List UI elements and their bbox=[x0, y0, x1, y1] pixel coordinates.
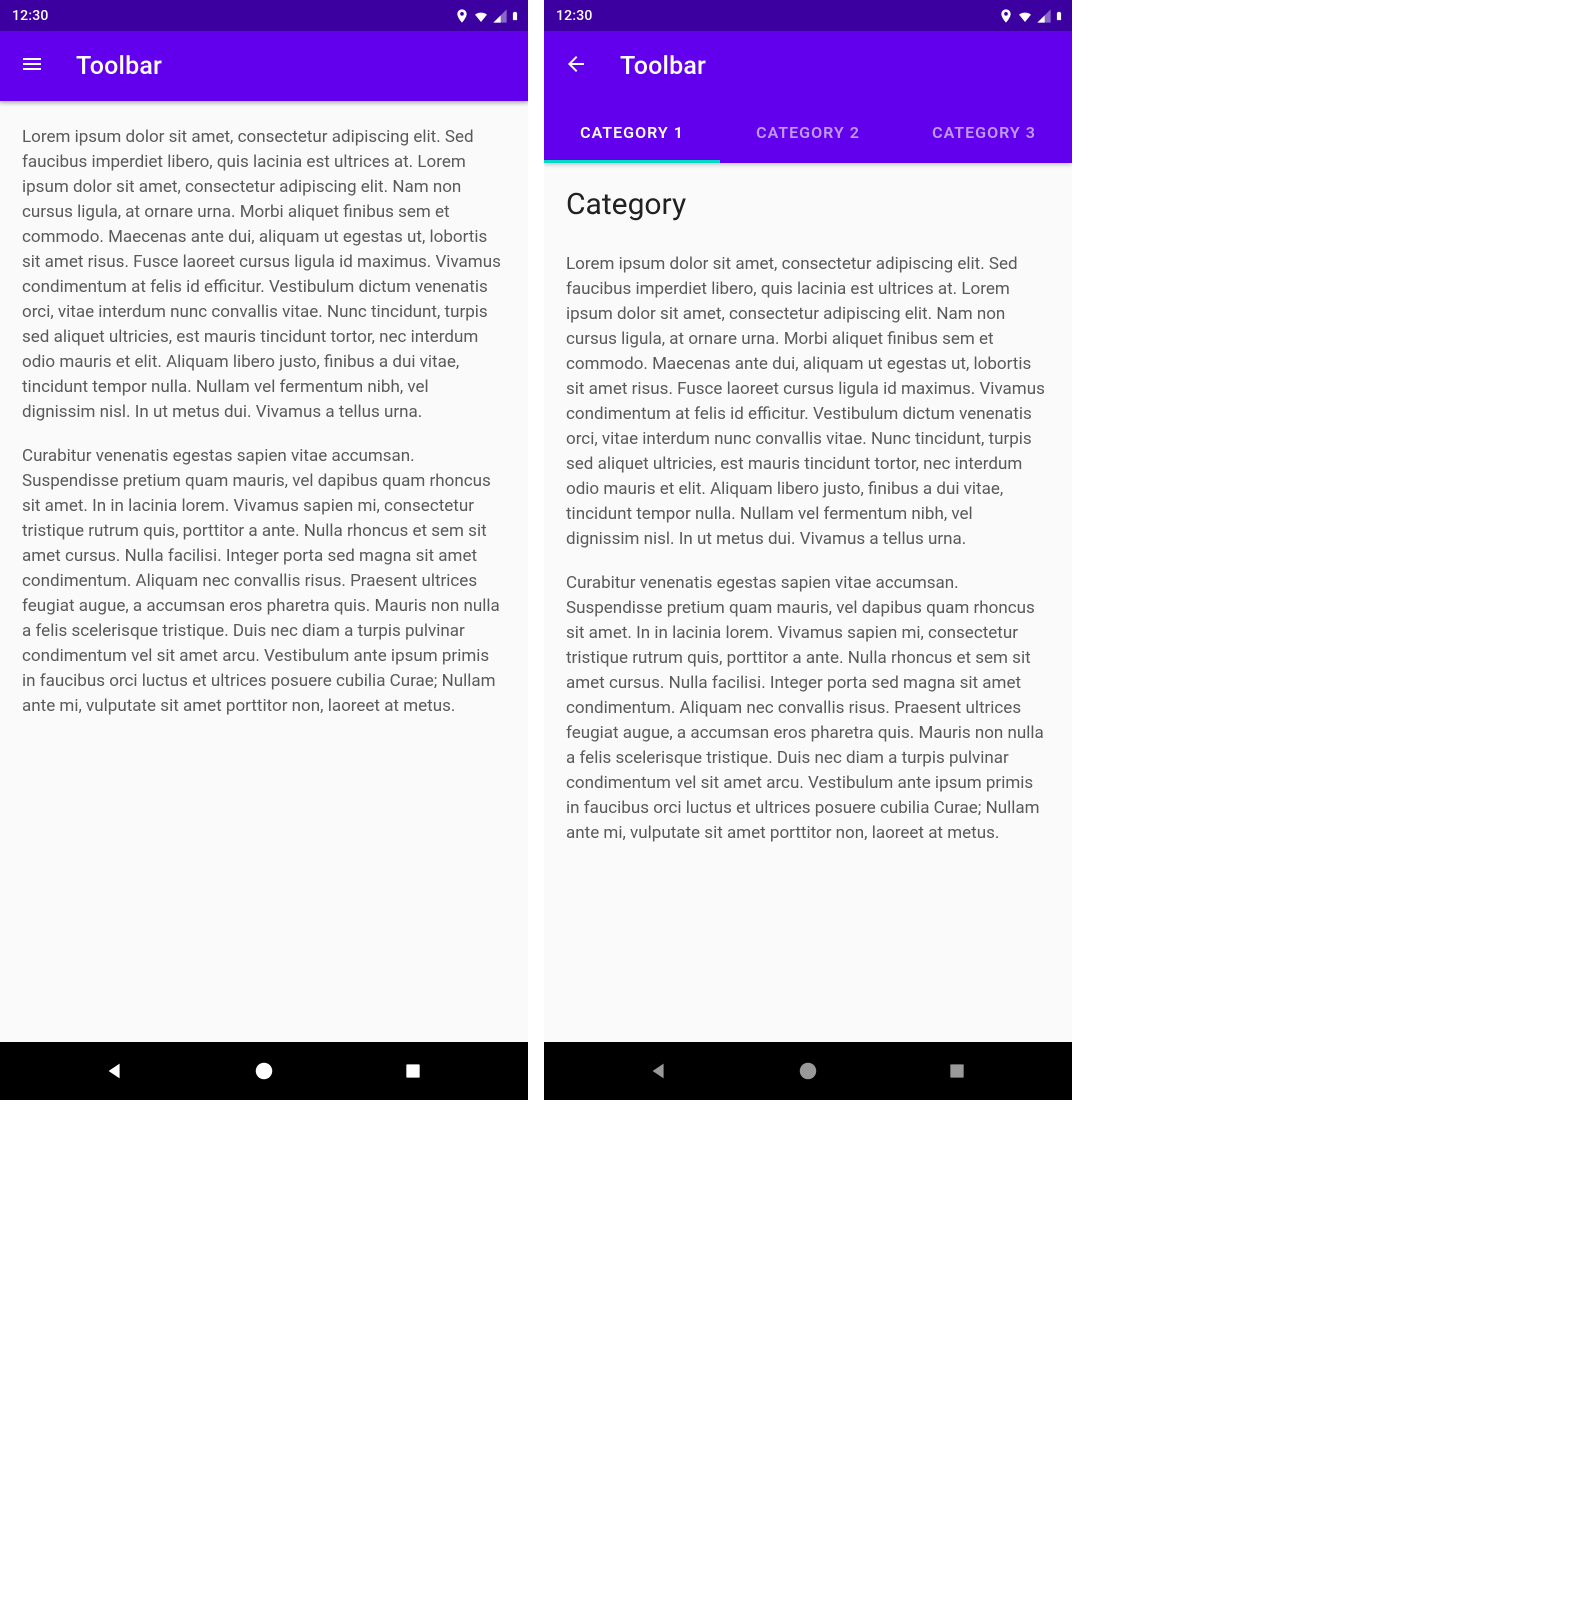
wifi-icon bbox=[472, 8, 490, 24]
nav-back-key[interactable] bbox=[85, 1051, 145, 1091]
navigation-bar bbox=[544, 1042, 1072, 1100]
status-time: 12:30 bbox=[12, 8, 49, 24]
toolbar-title: Toolbar bbox=[76, 52, 162, 81]
content-area: Category Lorem ipsum dolor sit amet, con… bbox=[544, 163, 1072, 1042]
arrow-back-icon bbox=[564, 52, 588, 80]
app-bar: Toolbar bbox=[0, 31, 528, 101]
back-button[interactable] bbox=[552, 42, 600, 90]
tab-category-2[interactable]: CATEGORY 2 bbox=[720, 101, 896, 163]
nav-home-key[interactable] bbox=[234, 1051, 294, 1091]
status-bar: 12:30 bbox=[0, 0, 528, 31]
tab-category-1[interactable]: CATEGORY 1 bbox=[544, 101, 720, 163]
status-bar: 12:30 bbox=[544, 0, 1072, 31]
tab-label: CATEGORY 3 bbox=[932, 123, 1036, 142]
toolbar-title: Toolbar bbox=[620, 52, 706, 81]
nav-recents-key[interactable] bbox=[927, 1051, 987, 1091]
tab-category-3[interactable]: CATEGORY 3 bbox=[896, 101, 1072, 163]
menu-button[interactable] bbox=[8, 42, 56, 90]
battery-icon bbox=[510, 8, 520, 24]
page-heading: Category bbox=[566, 187, 1050, 222]
status-time: 12:30 bbox=[556, 8, 593, 24]
status-icons bbox=[998, 8, 1064, 24]
nav-recents-key[interactable] bbox=[383, 1051, 443, 1091]
nav-home-key[interactable] bbox=[778, 1051, 838, 1091]
phone-right: 12:30 Toolbar bbox=[544, 0, 1072, 1100]
navigation-bar bbox=[0, 1042, 528, 1100]
body-paragraph-1: Lorem ipsum dolor sit amet, consectetur … bbox=[22, 125, 506, 425]
menu-icon bbox=[20, 52, 44, 80]
body-paragraph-1: Lorem ipsum dolor sit amet, consectetur … bbox=[566, 252, 1050, 552]
battery-icon bbox=[1054, 8, 1064, 24]
body-paragraph-2: Curabitur venenatis egestas sapien vitae… bbox=[22, 444, 506, 719]
status-icons bbox=[454, 8, 520, 24]
phone-left: 12:30 Toolbar Lo bbox=[0, 0, 528, 1100]
location-icon bbox=[998, 8, 1014, 24]
signal-icon bbox=[492, 8, 508, 24]
wifi-icon bbox=[1016, 8, 1034, 24]
tab-bar: CATEGORY 1 CATEGORY 2 CATEGORY 3 bbox=[544, 101, 1072, 163]
tab-label: CATEGORY 1 bbox=[580, 123, 684, 142]
tab-label: CATEGORY 2 bbox=[756, 123, 860, 142]
signal-icon bbox=[1036, 8, 1052, 24]
content-area: Lorem ipsum dolor sit amet, consectetur … bbox=[0, 101, 528, 1042]
app-bar: Toolbar CATEGORY 1 CATEGORY 2 CATEGORY 3 bbox=[544, 31, 1072, 163]
body-paragraph-2: Curabitur venenatis egestas sapien vitae… bbox=[566, 571, 1050, 846]
location-icon bbox=[454, 8, 470, 24]
nav-back-key[interactable] bbox=[629, 1051, 689, 1091]
